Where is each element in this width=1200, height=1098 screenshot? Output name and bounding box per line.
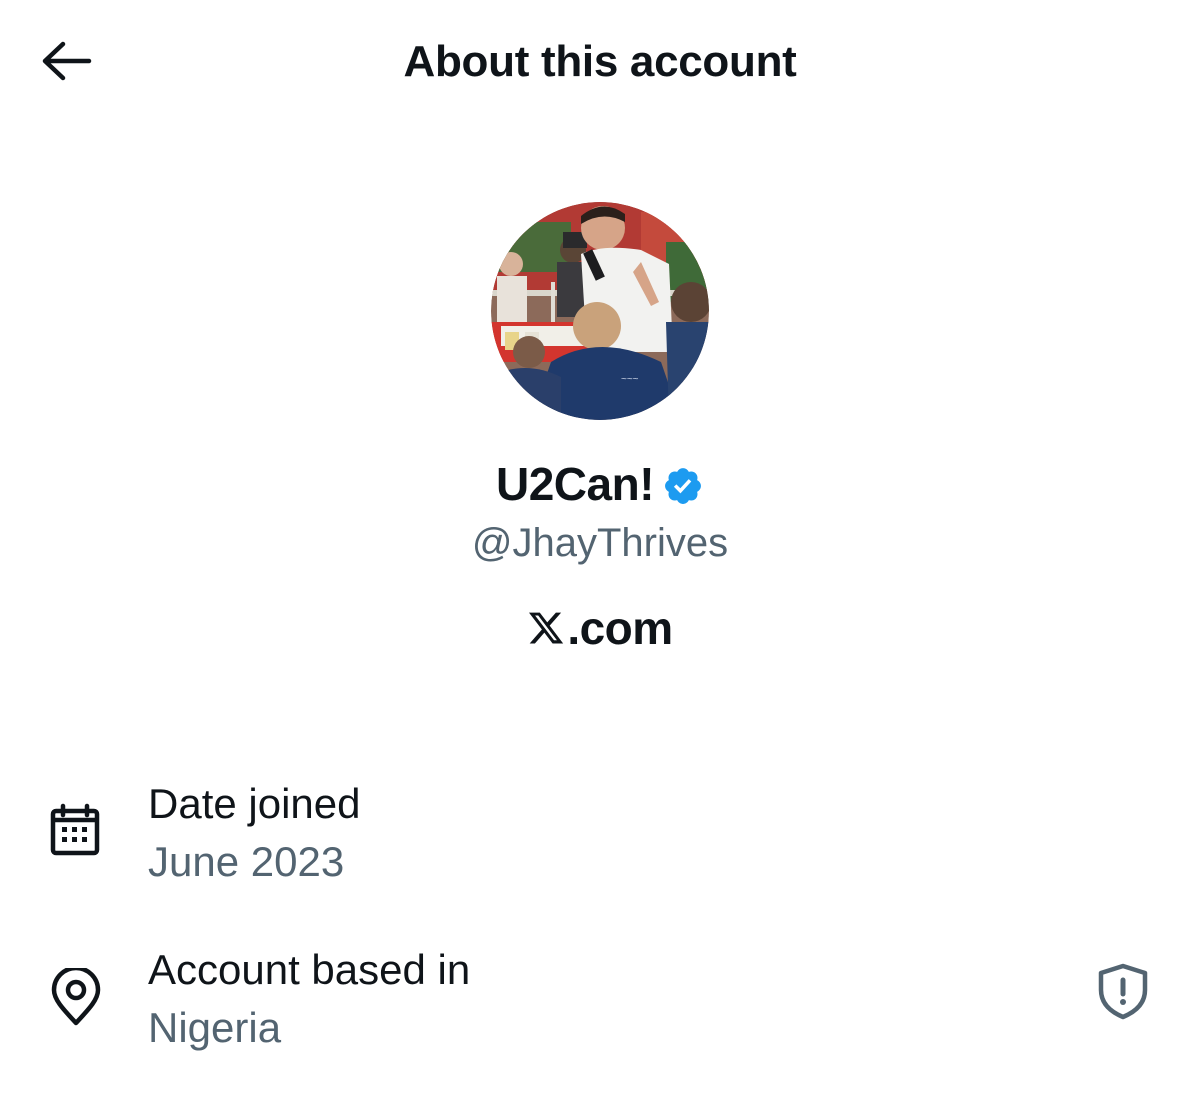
page-title: About this account — [403, 37, 797, 86]
profile-name-row: U2Can! — [0, 456, 1200, 512]
date-joined-label: Date joined — [148, 780, 361, 827]
date-joined-row: Date joined June 2023 — [0, 772, 1200, 892]
header: About this account — [0, 0, 1200, 124]
account-based-in-value: Nigeria — [148, 1004, 282, 1051]
shield-alert-icon — [1098, 963, 1148, 1020]
platform-text: .com — [567, 602, 673, 654]
account-based-in-label: Account based in — [148, 946, 471, 993]
avatar[interactable]: ~~~ — [491, 202, 709, 420]
calendar-icon — [50, 803, 100, 856]
handle: @JhayThrives — [471, 521, 729, 565]
display-name: U2Can! — [495, 458, 655, 510]
svg-text:~~~: ~~~ — [621, 374, 639, 385]
profile-photo: ~~~ — [491, 202, 709, 420]
platform-row: .com — [0, 600, 1200, 656]
location-pin-icon — [51, 968, 101, 1026]
account-based-in-row: Account based in Nigeria — [0, 938, 1200, 1058]
x-logo-icon — [529, 612, 564, 644]
verified-badge-icon — [665, 468, 701, 504]
date-joined-value: June 2023 — [148, 838, 345, 885]
shield-alert-button[interactable] — [1090, 958, 1156, 1024]
